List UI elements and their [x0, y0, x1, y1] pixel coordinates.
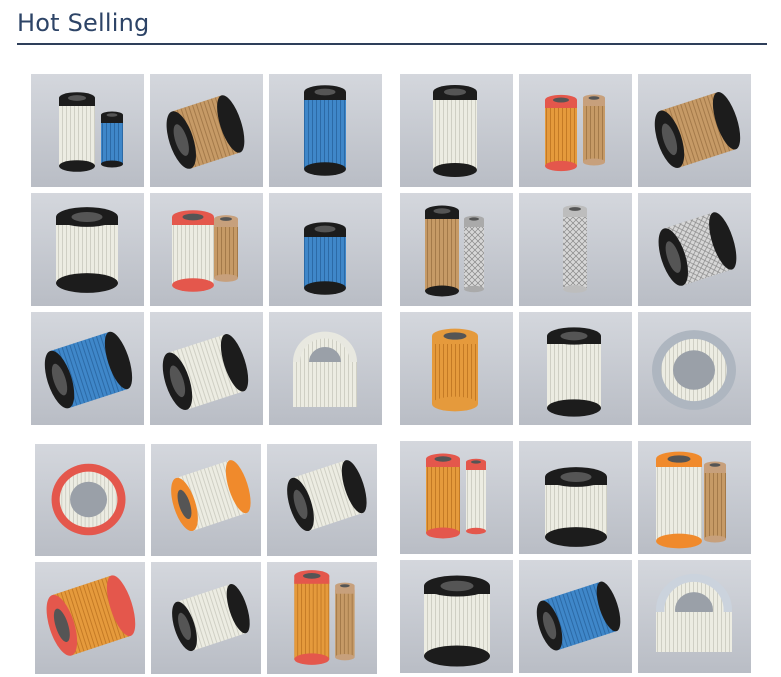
product-thumbnail[interactable]: [267, 562, 377, 674]
product-thumbnail[interactable]: [151, 444, 261, 556]
product-thumbnail[interactable]: [31, 193, 144, 306]
product-thumbnail[interactable]: [638, 193, 751, 306]
yellow-air-filter-red-caps-pair-icon: [267, 562, 377, 674]
product-thumbnail[interactable]: [400, 74, 513, 187]
orange-oil-filter-element-icon: [400, 312, 513, 425]
product-thumbnail[interactable]: [400, 312, 513, 425]
white-filter-black-ends-lying-icon: [267, 444, 377, 556]
product-thumbnail[interactable]: [400, 193, 513, 306]
white-air-filter-standing-icon: [400, 74, 513, 187]
product-thumbnail[interactable]: [638, 560, 751, 673]
product-thumbnail[interactable]: [31, 312, 144, 425]
blue-pleated-air-filter-icon: [269, 74, 382, 187]
product-thumbnail[interactable]: [400, 441, 513, 554]
product-thumbnail[interactable]: [638, 74, 751, 187]
blue-mesh-filter-lying-icon: [519, 560, 632, 673]
mesh-air-filter-lying-icon: [638, 74, 751, 187]
red-round-air-filter-icon: [35, 444, 145, 556]
product-thumbnail[interactable]: [269, 312, 382, 425]
product-thumbnail[interactable]: [519, 312, 632, 425]
title-divider: [17, 43, 767, 45]
blue-air-filter-lying-icon: [31, 312, 144, 425]
section-header: Hot Selling: [17, 6, 767, 40]
product-thumbnail[interactable]: [35, 444, 145, 556]
product-thumbnail[interactable]: [638, 312, 751, 425]
orange-air-filter-pair-icon: [519, 74, 632, 187]
metal-mesh-safety-filter-icon: [519, 193, 632, 306]
brown-mesh-air-filter-pair-icon: [400, 193, 513, 306]
white-air-filter-black-ring-icon: [31, 193, 144, 306]
orange-air-filter-red-caps-pair-icon: [400, 441, 513, 554]
product-grid: [31, 74, 382, 425]
product-thumbnail[interactable]: [269, 193, 382, 306]
product-thumbnail[interactable]: [269, 74, 382, 187]
product-thumbnail[interactable]: [638, 441, 751, 554]
white-filter-blue-inner-lying-icon: [151, 562, 261, 674]
black-cage-filter-lying-icon: [638, 193, 751, 306]
round-panel-air-filter-icon: [638, 312, 751, 425]
product-thumbnail[interactable]: [150, 74, 263, 187]
product-grid: [400, 441, 751, 673]
white-round-filter-open-top-icon: [638, 560, 751, 673]
product-thumbnail[interactable]: [519, 560, 632, 673]
white-air-filter-orange-cap-pair-icon: [638, 441, 751, 554]
section-title: Hot Selling: [17, 9, 150, 37]
yellow-air-filter-red-cap-lying-icon: [35, 562, 145, 674]
white-air-filter-red-caps-pair-icon: [150, 193, 263, 306]
product-thumbnail[interactable]: [151, 562, 261, 674]
white-filter-orange-cap-lying-icon: [151, 444, 261, 556]
white-round-air-filter-icon: [269, 312, 382, 425]
product-thumbnail[interactable]: [35, 562, 145, 674]
product-thumbnail[interactable]: [150, 312, 263, 425]
air-filter-white-with-inner-blue-filter-icon: [31, 74, 144, 187]
product-thumbnail[interactable]: [31, 74, 144, 187]
white-filter-black-cage-top-icon: [519, 312, 632, 425]
fuel-filter-element-black-cap-icon: [150, 74, 263, 187]
product-thumbnail[interactable]: [519, 441, 632, 554]
white-round-filter-black-top-icon: [519, 441, 632, 554]
product-thumbnail[interactable]: [519, 74, 632, 187]
product-thumbnail[interactable]: [267, 444, 377, 556]
product-grid: [35, 444, 377, 674]
blue-fuel-filter-with-housing-icon: [269, 193, 382, 306]
product-thumbnail[interactable]: [150, 193, 263, 306]
light-blue-filter-with-bracket-icon: [400, 560, 513, 673]
white-filter-lying-black-ends-icon: [150, 312, 263, 425]
product-thumbnail[interactable]: [519, 193, 632, 306]
product-thumbnail[interactable]: [400, 560, 513, 673]
product-grid: [400, 74, 751, 425]
